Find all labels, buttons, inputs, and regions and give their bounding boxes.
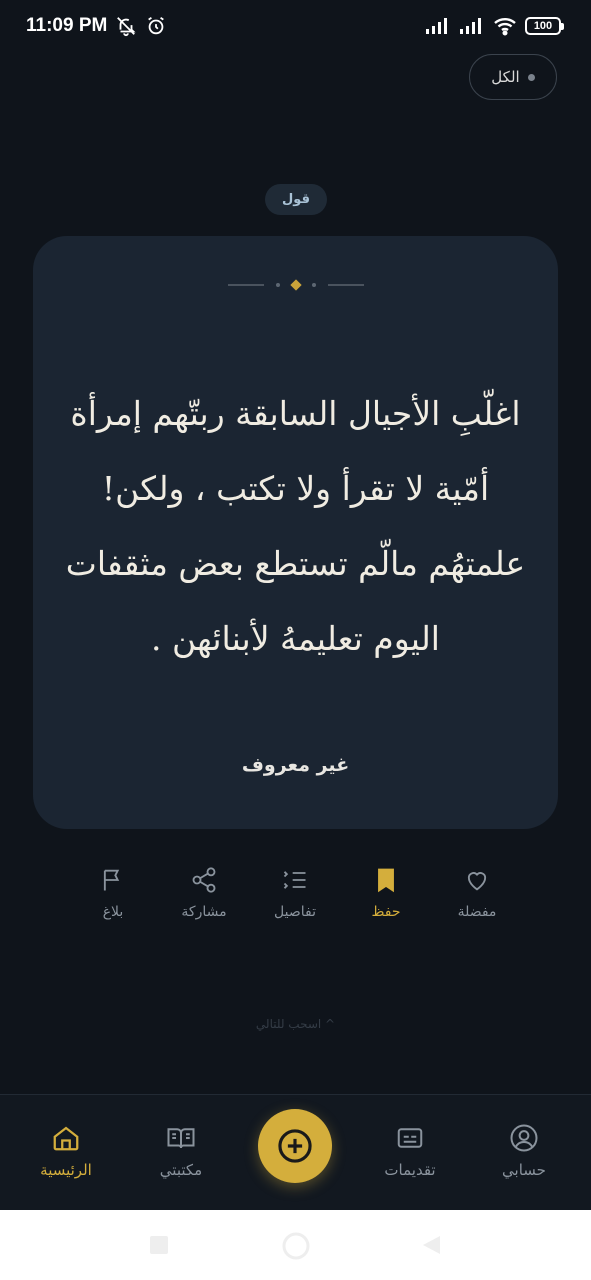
battery-level: 100 xyxy=(533,20,553,32)
filter-chip-label: الكل xyxy=(491,68,520,86)
quote-line: أمّية لا تقرأ ولا تكتب ، ولكن! xyxy=(101,469,490,508)
nav-account-label: حسابي xyxy=(502,1161,546,1179)
swipe-hint: ^ اسحب للتالي xyxy=(255,1017,336,1031)
book-open-icon xyxy=(167,1128,195,1149)
quote-author: غير معروف xyxy=(241,754,350,776)
nav-submissions[interactable]: تقديمات xyxy=(362,1123,458,1179)
favorite-label: مفضلة xyxy=(457,904,497,920)
report-label: بلاغ xyxy=(102,904,124,920)
list-details-icon xyxy=(283,871,306,889)
home-system-icon[interactable] xyxy=(282,1232,310,1260)
save-button[interactable]: حفظ xyxy=(348,866,424,930)
ornament-dot-right xyxy=(312,283,316,287)
share-icon xyxy=(192,867,216,893)
ornament-line-right xyxy=(328,284,364,286)
add-button[interactable] xyxy=(258,1109,332,1183)
report-button[interactable]: بلاغ xyxy=(75,866,151,930)
nav-account[interactable]: حسابي xyxy=(476,1123,572,1179)
flag-icon xyxy=(103,869,120,891)
quote-line: اليوم تعليمهُ لأبنائهن . xyxy=(151,619,440,658)
card-text-icon xyxy=(397,1128,423,1148)
quote-line: علمتهُم مالّم تستطع بعض مثقفات xyxy=(65,544,526,583)
alarm-icon xyxy=(148,16,165,35)
user-circle-icon xyxy=(510,1124,538,1152)
ornament-diamond-icon xyxy=(290,279,302,291)
ornament-dot-left xyxy=(276,283,280,287)
status-time: 11:09 PM xyxy=(26,15,108,36)
bottom-nav: حسابي تقديمات مكتبتي الرئيسية xyxy=(0,1094,591,1210)
back-icon[interactable] xyxy=(420,1234,442,1256)
signal-icon-2 xyxy=(460,18,481,34)
status-bar: 11:09 PM 100 xyxy=(0,0,591,52)
quote-line: اغلّبِ الأجيال السابقة ربتّهم إمرأة xyxy=(70,394,521,433)
quote-type-badge: قول xyxy=(265,184,327,215)
wifi-icon xyxy=(494,18,516,36)
nav-submissions-label: تقديمات xyxy=(384,1161,436,1179)
nav-library[interactable]: مكتبتي xyxy=(133,1123,229,1179)
quote-text: اغلّبِ الأجيال السابقة ربتّهم إمرأة أمّي… xyxy=(63,376,528,676)
muted-icon xyxy=(117,17,136,37)
save-label: حفظ xyxy=(371,904,401,920)
recents-icon[interactable] xyxy=(148,1234,170,1256)
ornament-divider xyxy=(228,278,364,292)
quote-actions: مفضلة حفظ تفاصيل مشاركة بلاغ xyxy=(75,866,515,930)
nav-library-label: مكتبتي xyxy=(159,1161,203,1179)
system-nav-bar xyxy=(0,1210,591,1280)
nav-home[interactable]: الرئيسية xyxy=(18,1123,114,1179)
ornament-line-left xyxy=(228,284,264,286)
filter-dot-icon xyxy=(527,73,535,81)
details-button[interactable]: تفاصيل xyxy=(257,866,333,930)
battery-icon: 100 xyxy=(525,17,564,35)
favorite-button[interactable]: مفضلة xyxy=(439,866,515,930)
share-label: مشاركة xyxy=(181,904,227,920)
details-label: تفاصيل xyxy=(274,904,316,920)
status-right: 100 xyxy=(425,16,564,36)
signal-icon xyxy=(426,18,447,34)
bookmark-icon xyxy=(378,868,394,893)
heart-icon xyxy=(467,872,487,891)
quote-card[interactable]: اغلّبِ الأجيال السابقة ربتّهم إمرأة أمّي… xyxy=(33,236,558,829)
status-left: 11:09 PM xyxy=(26,15,167,37)
filter-chip-all[interactable]: الكل xyxy=(469,54,557,100)
home-icon xyxy=(53,1126,79,1151)
share-button[interactable]: مشاركة xyxy=(166,866,242,930)
plus-circle-icon xyxy=(278,1129,312,1163)
nav-home-label: الرئيسية xyxy=(40,1161,92,1179)
